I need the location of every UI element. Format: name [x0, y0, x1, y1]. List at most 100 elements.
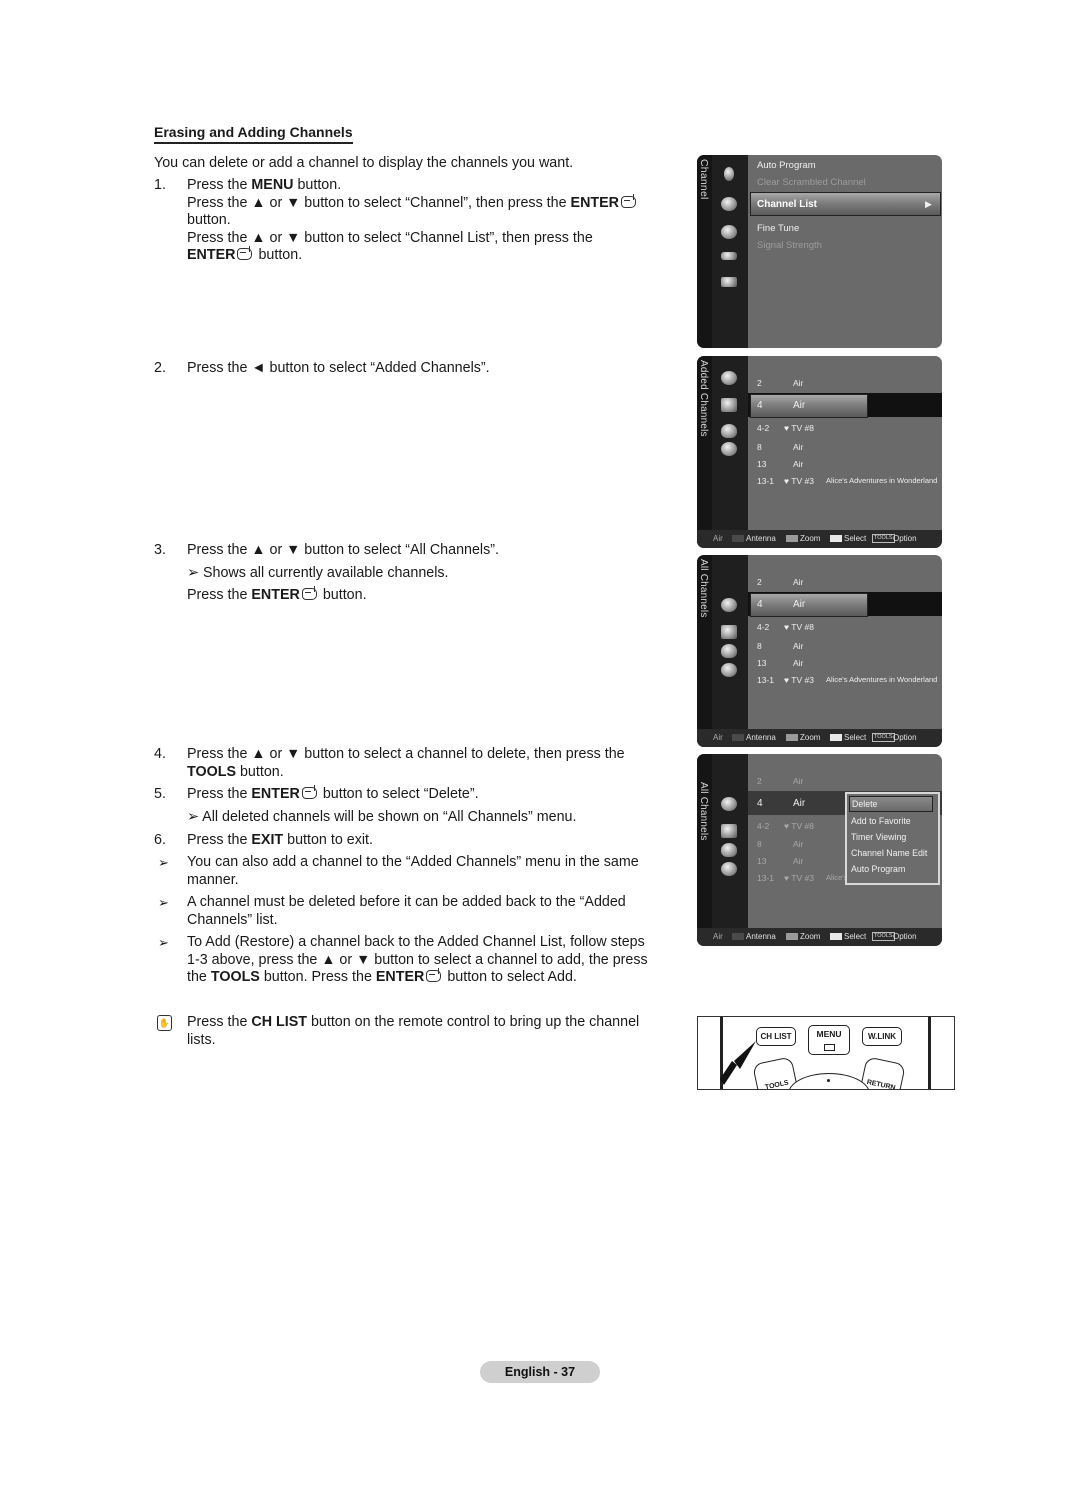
step-number: 4.: [154, 746, 166, 762]
antenna-color-key: [732, 933, 744, 940]
option-label[interactable]: Option: [893, 534, 917, 543]
text: button.: [187, 212, 231, 228]
note-3: To Add (Restore) a channel back to the A…: [187, 934, 667, 987]
timer-icon: [721, 862, 737, 876]
step-number: 3.: [154, 542, 166, 558]
step-3: Press the ▲ or ▼ button to select “All C…: [187, 542, 667, 605]
section-title: Erasing and Adding Channels: [154, 124, 353, 144]
wlink-button[interactable]: W.LINK: [862, 1027, 902, 1046]
enter-icon: [426, 968, 442, 982]
selection-highlight: [750, 593, 868, 617]
text: button to select “Delete”.: [318, 786, 479, 802]
menu-item-fine-tune[interactable]: Fine Tune: [757, 223, 799, 234]
note-arrow-icon: ➢: [187, 564, 199, 581]
popup-item-channel-name-edit[interactable]: Channel Name Edit: [851, 848, 927, 858]
menu-item-signal-strength[interactable]: Signal Strength: [757, 240, 822, 251]
step-5: Press the ENTER button to select “Delete…: [187, 785, 667, 826]
step-number: 1.: [154, 177, 166, 193]
picture-icon: [724, 167, 734, 181]
antenna-label[interactable]: Antenna: [746, 534, 776, 543]
text: Press the ▲ or ▼ button to select “Chann…: [187, 229, 593, 246]
source-label: Air: [713, 534, 723, 543]
input-icon: [721, 252, 737, 260]
step-number: 2.: [154, 360, 166, 376]
key-tools: TOOLS: [187, 763, 236, 780]
text: lists.: [187, 1031, 216, 1048]
note-2: A channel must be deleted before it can …: [187, 894, 667, 929]
antenna-label[interactable]: Antenna: [746, 733, 776, 742]
step-2: Press the ◄ button to select “Added Chan…: [187, 360, 490, 376]
tools-badge-icon: TOOLS: [872, 733, 895, 742]
menu-item-channel-list[interactable]: Channel List: [757, 199, 817, 210]
enter-icon: [621, 193, 636, 208]
page-number-badge: English - 37: [480, 1361, 600, 1383]
menu-button-label: MENU: [816, 1029, 842, 1039]
tv-screen-added-channels: Added Channels 2 Air 4 Air 4-2 ♥ TV #8 8 Air…: [697, 356, 942, 548]
text: button on the remote control to bring up…: [306, 1014, 640, 1030]
text: To Add (Restore) a channel back to the A…: [187, 934, 645, 950]
step-1: Press the MENU button. Press the ▲ or ▼ …: [187, 177, 667, 265]
select-label[interactable]: Select: [844, 534, 866, 543]
menu-button[interactable]: MENU: [808, 1025, 850, 1055]
text: You can also add a channel to the “Added…: [187, 854, 639, 870]
source-label: Air: [713, 733, 723, 742]
popup-item-add-to-favorite[interactable]: Add to Favorite: [851, 816, 911, 826]
text: Press the: [187, 786, 252, 802]
tv-footer: Air Antenna Zoom Select TOOLS Option: [697, 530, 942, 548]
pointer-arrow-icon: [720, 1041, 756, 1085]
all-channels-icon: [721, 797, 737, 811]
zoom-label[interactable]: Zoom: [800, 733, 820, 742]
option-label[interactable]: Option: [893, 733, 917, 742]
popup-item-timer-viewing[interactable]: Timer Viewing: [851, 832, 906, 842]
favorite-heart-icon: [721, 424, 737, 438]
select-color-key: [830, 933, 842, 940]
popup-item-delete[interactable]: Delete: [849, 796, 933, 812]
added-channels-icon: [721, 824, 737, 838]
text: Press the ▲ or ▼ button to select a chan…: [187, 746, 625, 762]
zoom-label[interactable]: Zoom: [800, 932, 820, 941]
note-arrow-icon: ➢: [158, 935, 169, 950]
antenna-color-key: [732, 535, 744, 542]
tools-badge-icon: TOOLS: [872, 932, 895, 941]
antenna-color-key: [732, 734, 744, 741]
text: button to select Add.: [443, 969, 577, 985]
menu-item-auto-program[interactable]: Auto Program: [757, 160, 816, 171]
text: Channels” list.: [187, 911, 278, 928]
menu-item-clear-scrambled[interactable]: Clear Scrambled Channel: [757, 177, 866, 188]
note-1: You can also add a channel to the “Added…: [187, 854, 667, 889]
step-6: Press the EXIT button to exit.: [187, 832, 667, 850]
zoom-label[interactable]: Zoom: [800, 534, 820, 543]
dpad-dot: [827, 1079, 830, 1082]
remote-hand-icon: ✋: [157, 1015, 172, 1031]
key-enter: ENTER: [375, 969, 425, 985]
key-exit: EXIT: [251, 832, 284, 848]
text: button. Press the: [259, 969, 376, 985]
select-color-key: [830, 734, 842, 741]
text: Press the ▲ or ▼ button to select “Chann…: [187, 194, 571, 211]
tv-footer: Air Antenna Zoom Select TOOLS Option: [697, 928, 942, 946]
key-enter: ENTER: [251, 786, 300, 802]
intro-text: You can delete or add a channel to displ…: [154, 155, 574, 171]
remote-edge: [928, 1017, 931, 1089]
tv-screen-all-channels: All Channels 2 Air 4 Air 4-2 ♥ TV #8 8 Air 1…: [697, 555, 942, 747]
favorite-heart-icon: [721, 843, 737, 857]
source-label: Air: [713, 932, 723, 941]
key-enter: ENTER: [251, 587, 300, 603]
select-label[interactable]: Select: [844, 932, 866, 941]
text: Press the ▲ or ▼ button to select “All C…: [187, 542, 499, 558]
key-ch-list: CH LIST: [251, 1014, 307, 1030]
added-channels-icon: [721, 398, 737, 412]
tv-screen-tools-menu: All Channels 2 Air 4 Air 4-2 ♥ TV #8 8 Air 1…: [697, 754, 942, 946]
text: button.: [254, 247, 303, 263]
step-number: 5.: [154, 786, 166, 802]
ch-list-button[interactable]: CH LIST: [756, 1027, 796, 1046]
note-arrow-icon: ➢: [158, 855, 169, 870]
tip: Press the CH LIST button on the remote c…: [187, 1014, 667, 1049]
side-label: Channel: [698, 159, 710, 200]
option-label[interactable]: Option: [893, 932, 917, 941]
select-label[interactable]: Select: [844, 733, 866, 742]
antenna-label[interactable]: Antenna: [746, 932, 776, 941]
tv-footer: Air Antenna Zoom Select TOOLS Option: [697, 729, 942, 747]
popup-item-auto-program[interactable]: Auto Program: [851, 864, 905, 874]
all-channels-icon: [721, 371, 737, 385]
